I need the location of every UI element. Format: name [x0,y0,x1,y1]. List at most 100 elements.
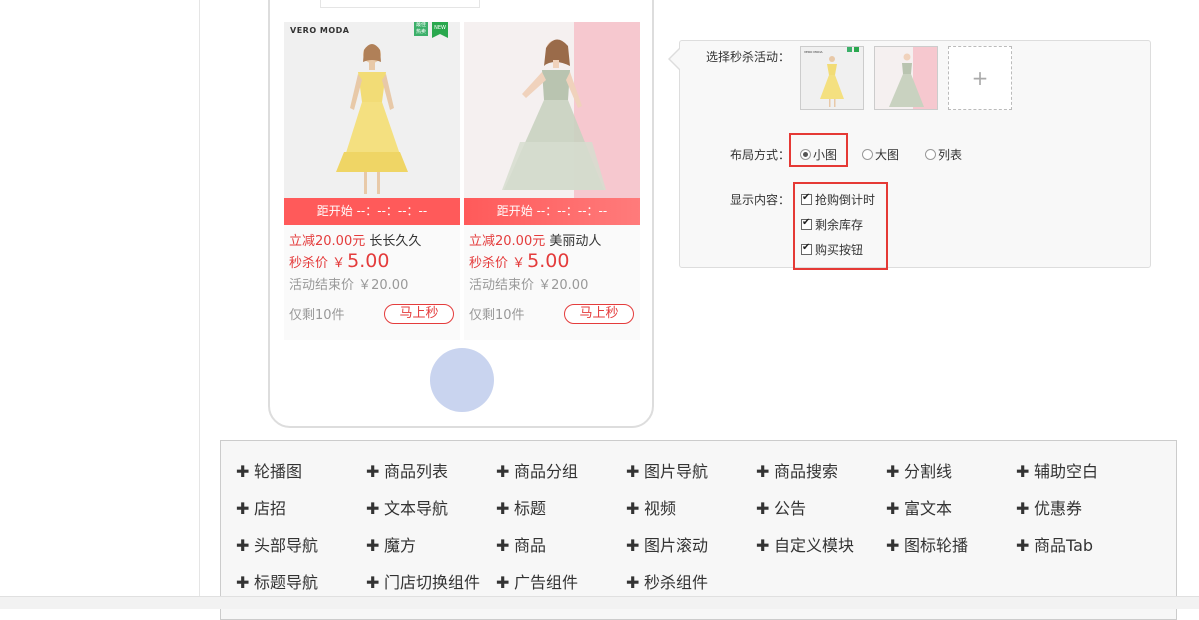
add-activity-button[interactable]: + [948,46,1012,110]
component-store-switch[interactable]: ✚ 门店切换组件 [366,569,480,593]
countdown-bar: 距开始 --：--：--：-- [284,198,460,225]
component-magic-cube[interactable]: ✚ 魔方 [366,532,416,556]
radio-icon[interactable] [925,149,936,160]
component-label: 秒杀组件 [644,573,709,592]
component-notice[interactable]: ✚ 公告 [756,495,806,519]
component-label: 辅助空白 [1034,462,1099,481]
component-goods[interactable]: ✚ 商品 [496,532,546,556]
product-title: 长长久久 [369,234,422,249]
plus-icon: ✚ [1016,499,1030,518]
component-custom-module[interactable]: ✚ 自定义模块 [756,532,854,556]
product-image[interactable] [464,22,640,198]
component-goods-group[interactable]: ✚ 商品分组 [496,458,578,482]
component-label: 商品分组 [514,462,579,481]
plus-icon: ✚ [626,499,640,518]
component-label: 轮播图 [254,462,303,481]
buy-now-button[interactable]: 马上秒 [564,304,634,324]
plus-icon: ✚ [886,499,900,518]
hot-badge: 最佳热卖 [414,22,428,36]
component-goods-tab[interactable]: ✚ 商品Tab [1016,532,1093,556]
component-goods-search[interactable]: ✚ 商品搜索 [756,458,838,482]
component-label: 图标轮播 [904,536,969,555]
plus-icon: ✚ [496,536,510,555]
title-line: 立减20.00元 美丽动人 [469,230,601,249]
component-divider[interactable]: ✚ 分割线 [886,458,952,482]
component-label: 头部导航 [254,536,319,555]
seckill-card[interactable]: VERO MODA 最佳热卖 NEW 距开始 --：--：--：-- 立减20.… [284,22,460,340]
plus-icon: ✚ [366,536,380,555]
plus-icon: ✚ [626,536,640,555]
buy-now-button[interactable]: 马上秒 [384,304,454,324]
price-symbol: ￥ [332,256,346,271]
product-title: 美丽动人 [549,234,602,249]
dress-green-image [464,22,640,198]
component-store-sign[interactable]: ✚ 店招 [236,495,286,519]
component-video[interactable]: ✚ 视频 [626,495,676,519]
component-carousel[interactable]: ✚ 轮播图 [236,458,302,482]
discount-text: 立减20.00元 [289,234,366,249]
activity-thumb[interactable] [874,46,938,110]
component-label: 门店切换组件 [384,573,481,592]
plus-icon: ✚ [1016,536,1030,555]
component-label: 图片导航 [644,462,709,481]
plus-icon: ✚ [886,536,900,555]
phone-topbar [320,0,480,8]
layout-option-large[interactable]: 大图 [862,146,899,162]
component-icon-carousel[interactable]: ✚ 图标轮播 [886,532,968,556]
component-image-nav[interactable]: ✚ 图片导航 [626,458,708,482]
component-coupon[interactable]: ✚ 优惠券 [1016,495,1082,519]
plus-icon: ✚ [756,536,770,555]
dress-yellow-image [284,22,460,198]
end-price: 活动结束价 ￥20.00 [469,278,589,293]
component-label: 自定义模块 [774,536,855,555]
component-goods-list[interactable]: ✚ 商品列表 [366,458,448,482]
radio-icon[interactable] [862,149,873,160]
component-title-nav[interactable]: ✚ 标题导航 [236,569,318,593]
price-value: 5.00 [527,250,570,272]
price-value: 5.00 [347,250,390,272]
component-label: 图片滚动 [644,536,709,555]
component-label: 商品Tab [1034,536,1094,555]
discount-text: 立减20.00元 [469,234,546,249]
activity-thumb[interactable]: VERO MODA [800,46,864,110]
stock-text: 仅剩10件 [469,308,525,323]
plus-icon: ✚ [366,462,380,481]
activity-label: 选择秒杀活动： [706,50,791,64]
end-price: 活动结束价 ￥20.00 [289,278,409,293]
brand-logo: VERO MODA [290,26,350,35]
plus-icon: ✚ [1016,462,1030,481]
layout-label: 布局方式： [730,148,791,162]
component-rich-text[interactable]: ✚ 富文本 [886,495,952,519]
home-button[interactable] [430,348,494,412]
plus-icon: ✚ [236,536,250,555]
plus-icon: ✚ [626,462,640,481]
highlight-box [793,182,888,270]
stock-text: 仅剩10件 [289,308,345,323]
component-ad[interactable]: ✚ 广告组件 [496,569,578,593]
phone-preview: VERO MODA 最佳热卖 NEW 距开始 --：--：--：-- 立减20.… [268,0,654,428]
component-label: 文本导航 [384,499,449,518]
component-spacer[interactable]: ✚ 辅助空白 [1016,458,1098,482]
bottom-scrollbar[interactable] [0,596,1199,609]
price-label: 秒杀价 [289,256,329,271]
plus-icon: ✚ [366,573,380,592]
component-label: 魔方 [384,536,417,555]
component-title[interactable]: ✚ 标题 [496,495,546,519]
plus-icon: ✚ [236,462,250,481]
component-label: 广告组件 [514,573,579,592]
title-line: 立减20.00元 长长久久 [289,230,421,249]
plus-icon: ✚ [496,573,510,592]
product-image[interactable]: VERO MODA 最佳热卖 NEW [284,22,460,198]
component-text-nav[interactable]: ✚ 文本导航 [366,495,448,519]
plus-icon: ✚ [756,462,770,481]
component-seckill[interactable]: ✚ 秒杀组件 [626,569,708,593]
component-header-nav[interactable]: ✚ 头部导航 [236,532,318,556]
price-line: 秒杀价 ￥ 5.00 [289,250,389,272]
seckill-card[interactable]: 距开始 --：--：--：-- 立减20.00元 美丽动人 秒杀价 ￥ 5.00 … [464,22,640,340]
component-image-scroll[interactable]: ✚ 图片滚动 [626,532,708,556]
layout-option-list[interactable]: 列表 [925,146,962,162]
price-label: 秒杀价 [469,256,509,271]
component-label: 视频 [644,499,677,518]
plus-icon: ✚ [626,573,640,592]
plus-icon: ✚ [366,499,380,518]
